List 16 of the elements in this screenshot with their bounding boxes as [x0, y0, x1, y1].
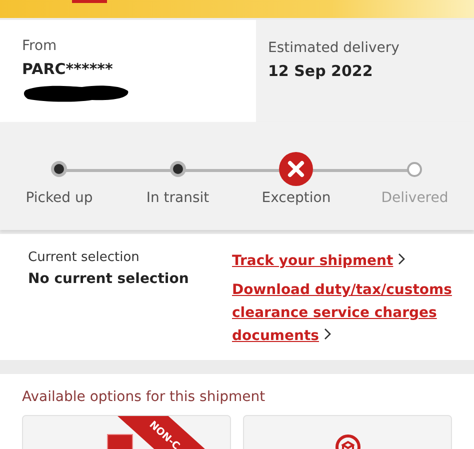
selection-value: No current selection — [28, 271, 189, 287]
step-label: Delivered — [381, 190, 448, 206]
step-label: In transit — [146, 190, 210, 206]
link[interactable]: Download duty/tax/customs clearance service charges documents — [232, 279, 460, 348]
link[interactable]: Track your shipment — [232, 250, 406, 273]
sender-name: PARC****** — [22, 60, 113, 78]
active-tab-indicator — [72, 0, 107, 3]
from-label: From — [22, 38, 57, 54]
step-label: Picked up — [26, 190, 93, 206]
estimate-date: 12 Sep 2022 — [268, 62, 373, 80]
step-label: Exception — [262, 190, 331, 206]
chevron-icon — [398, 253, 406, 265]
selection-label: Current selection — [28, 250, 140, 265]
estimate-label: Estimated delivery — [268, 40, 400, 56]
options-title: Available options for this shipment — [22, 389, 266, 405]
chevron-icon — [324, 328, 331, 340]
